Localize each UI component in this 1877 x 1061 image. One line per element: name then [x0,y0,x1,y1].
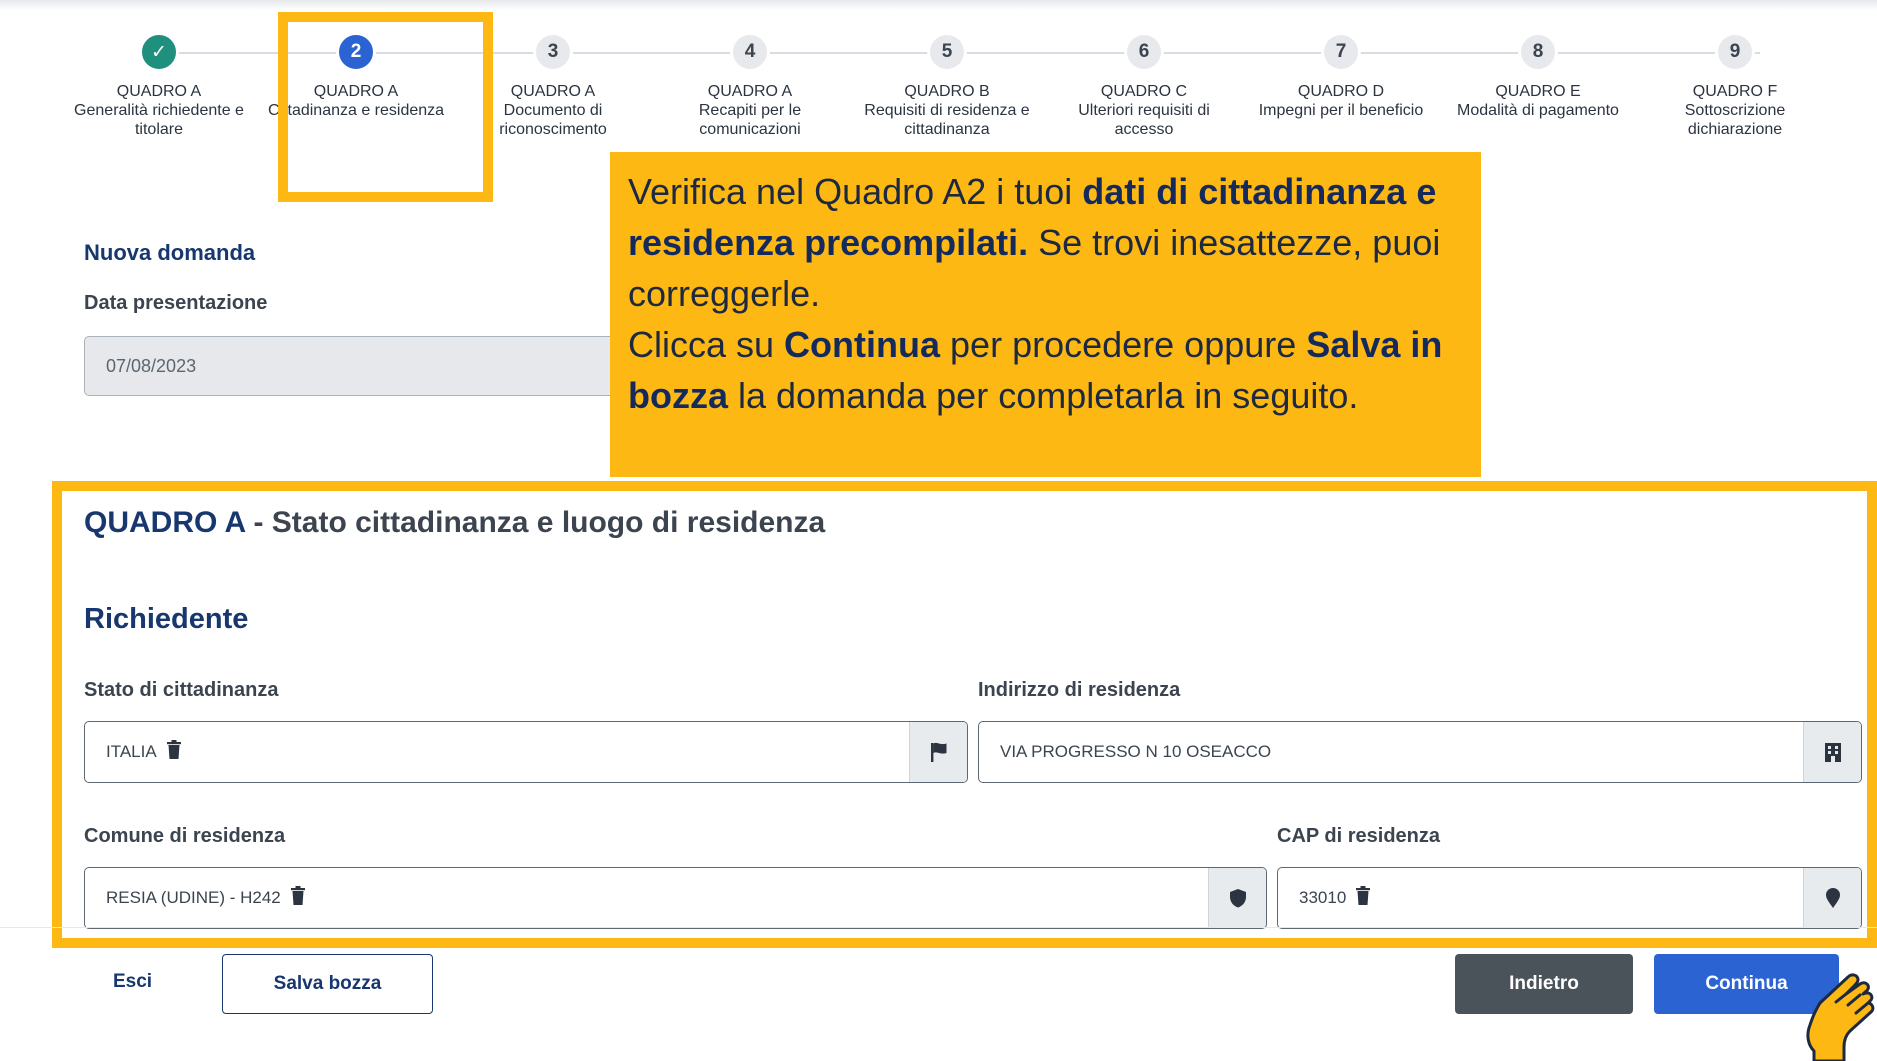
top-shadow [0,0,1877,10]
date-field: 07/08/2023 [84,336,644,396]
step-4[interactable]: 4 QUADRO A Recapiti per le comunicazioni [651,30,849,139]
step-title: QUADRO E [1495,83,1581,100]
exit-link[interactable]: Esci [113,971,152,993]
date-value: 07/08/2023 [106,355,197,376]
flag-icon [909,722,967,782]
check-icon: ✓ [139,32,179,72]
callout-text: la domanda per completarla in seguito. [728,375,1359,416]
step-title: QUADRO F [1692,83,1778,100]
step-subtitle: Ulteriori requisiti di accesso [1078,102,1210,138]
trash-icon[interactable] [166,740,182,764]
step-number: 9 [1715,32,1755,72]
step-1[interactable]: ✓ QUADRO A Generalità richiedente e tito… [60,30,258,139]
trash-icon[interactable] [290,886,306,910]
cittadinanza-field[interactable]: ITALIA [84,721,968,783]
indirizzo-field[interactable]: VIA PROGRESSO N 10 OSEACCO [978,721,1862,783]
step-title: QUADRO B [904,83,990,100]
cap-label: CAP di residenza [1277,825,1441,847]
step-number: 6 [1124,32,1164,72]
indirizzo-value: VIA PROGRESSO N 10 OSEACCO [1000,742,1272,761]
map-pin-icon [1803,868,1861,928]
cittadinanza-label: Stato di cittadinanza [84,679,279,701]
section-subtitle: Richiedente [84,603,249,635]
step-title: QUADRO D [1297,83,1385,100]
step-title: QUADRO A [707,83,793,100]
step-number: 5 [927,32,967,72]
highlight-current-step [278,12,493,202]
cap-value: 33010 [1299,888,1347,907]
save-draft-button[interactable]: Salva bozza [222,954,433,1014]
step-subtitle: Recapiti per le comunicazioni [698,102,802,138]
date-label: Data presentazione [84,292,268,314]
step-subtitle: Sottoscrizione dichiarazione [1684,102,1786,138]
callout-bold: Continua [784,324,941,365]
step-title: QUADRO C [1100,83,1188,100]
tutorial-callout: Verifica nel Quadro A2 i tuoi dati di ci… [610,152,1481,477]
footer-divider [0,927,1877,928]
pointing-hand-icon [1800,965,1877,1061]
step-number: 8 [1518,32,1558,72]
step-subtitle: Impegni per il beneficio [1258,102,1424,119]
comune-label: Comune di residenza [84,825,286,847]
shield-icon [1208,868,1266,928]
section-title-rest: - Stato cittadinanza e luogo di residenz… [245,506,826,539]
step-title: QUADRO A [116,83,202,100]
step-subtitle: Generalità richiedente e titolare [74,102,244,138]
cittadinanza-value: ITALIA [106,742,157,761]
callout-text: Verifica nel Quadro A2 i tuoi [628,171,1083,212]
back-button[interactable]: Indietro [1455,954,1633,1014]
trash-icon[interactable] [1355,886,1371,910]
cap-field[interactable]: 33010 [1277,867,1862,929]
step-number: 7 [1321,32,1361,72]
step-number: 4 [730,32,770,72]
step-8[interactable]: 8 QUADRO E Modalità di pagamento [1439,30,1637,120]
step-number: 3 [533,32,573,72]
callout-text: per procedere oppure [940,324,1307,365]
step-number: 2 [336,32,376,72]
step-9[interactable]: 9 QUADRO F Sottoscrizione dichiarazione [1636,30,1834,139]
step-subtitle: Requisiti di residenza e cittadinanza [864,102,1030,138]
step-6[interactable]: 6 QUADRO C Ulteriori requisiti di access… [1045,30,1243,139]
section-title-prefix: QUADRO A [84,506,246,539]
indirizzo-label: Indirizzo di residenza [978,679,1181,701]
comune-value: RESIA (UDINE) - H242 [106,888,281,907]
form-heading: Nuova domanda [84,240,256,265]
comune-field[interactable]: RESIA (UDINE) - H242 [84,867,1267,929]
step-7[interactable]: 7 QUADRO D Impegni per il beneficio [1242,30,1440,120]
step-subtitle: Modalità di pagamento [1457,102,1619,119]
step-5[interactable]: 5 QUADRO B Requisiti di residenza e citt… [848,30,1046,139]
section-title: QUADRO A - Stato cittadinanza e luogo di… [84,506,825,540]
callout-text: Clicca su [628,324,785,365]
building-icon [1803,722,1861,782]
